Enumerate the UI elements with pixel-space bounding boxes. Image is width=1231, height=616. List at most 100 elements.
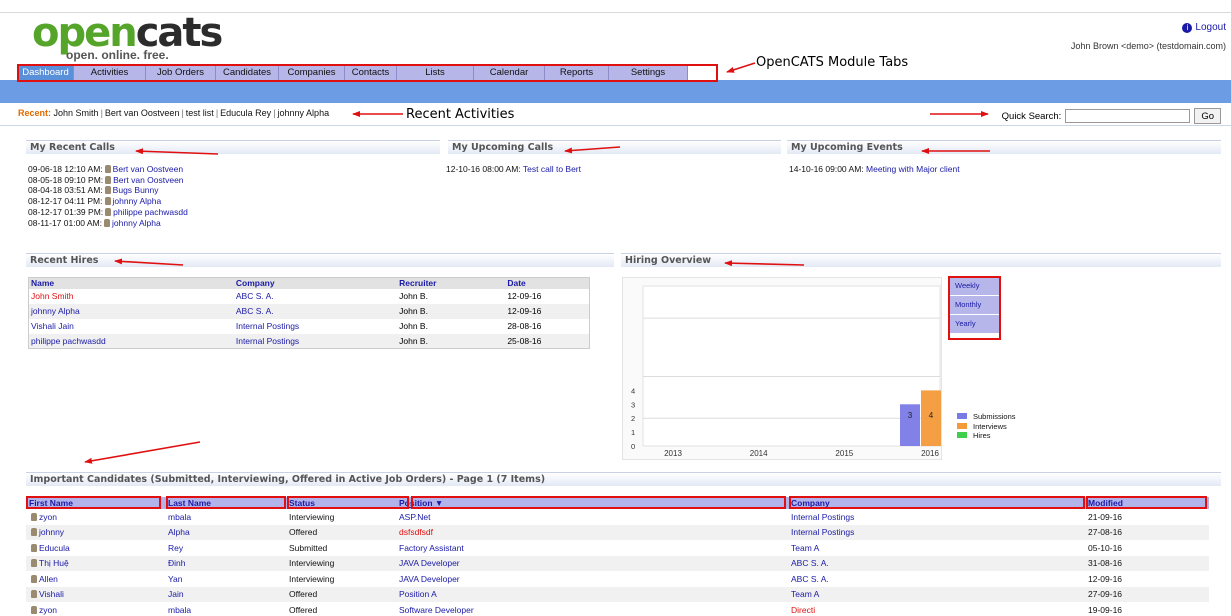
candidate-company-link[interactable]: Directi: [791, 605, 815, 615]
annotation-label-recent-activities: Recent Activities: [406, 107, 515, 122]
call-contact-link[interactable]: Bugs Bunny: [113, 185, 159, 195]
list-item: 08-12-17 04:11 PM: johnny Alpha: [28, 196, 162, 207]
candidate-first-name-link[interactable]: zyon: [39, 512, 57, 522]
candidate-last-name-link[interactable]: Jain: [168, 589, 184, 599]
column-header[interactable]: Name: [28, 277, 234, 289]
candidate-first-name-link[interactable]: Thị Huệ: [39, 558, 69, 568]
candidate-position-link[interactable]: JAVA Developer: [399, 558, 460, 568]
quick-search: Quick Search: Go: [1002, 108, 1221, 124]
candidate-position-link[interactable]: JAVA Developer: [399, 574, 460, 584]
recent-hires-table: Name Company Recruiter Date John Smith A…: [28, 277, 590, 349]
chart-y-tick: 0: [631, 442, 635, 451]
candidate-company-link[interactable]: Internal Postings: [791, 512, 854, 522]
upcoming-events-header: My Upcoming Events: [787, 140, 1221, 154]
call-contact-link[interactable]: johnny Alpha: [112, 218, 161, 228]
candidate-status: Submitted: [289, 542, 328, 553]
candidate-company-link[interactable]: Team A: [791, 589, 819, 599]
quick-search-go-button[interactable]: Go: [1194, 108, 1221, 124]
quick-search-input[interactable]: [1065, 109, 1191, 123]
chart-x-tick: 2014: [750, 449, 768, 458]
logout-icon: i: [1182, 23, 1193, 33]
sub-tab-bar: [0, 80, 1231, 103]
person-icon: [105, 207, 112, 216]
candidate-first-name-link[interactable]: zyon: [39, 605, 57, 615]
column-header[interactable]: Company: [233, 277, 398, 289]
candidate-last-name-link[interactable]: mbala: [168, 605, 191, 615]
candidate-status: Offered: [286, 524, 396, 540]
chart-x-tick: 2015: [835, 449, 853, 458]
person-icon: [31, 590, 37, 599]
recent-item[interactable]: Bert van Oostveen: [105, 108, 180, 118]
hire-company-link[interactable]: Internal Postings: [236, 321, 299, 331]
annotation-label-module-tabs: OpenCATS Module Tabs: [756, 55, 909, 70]
event-link[interactable]: Meeting with Major client: [866, 164, 960, 174]
hire-name-link[interactable]: Vishali Jain: [31, 321, 74, 331]
call-contact-link[interactable]: Bert van Oostveen: [113, 164, 183, 174]
chart-x-tick: 2013: [664, 449, 682, 458]
recent-item[interactable]: John Smith: [54, 108, 99, 118]
logout-link[interactable]: i Logout: [1182, 22, 1226, 33]
recent-item[interactable]: test list: [186, 108, 214, 118]
call-link[interactable]: Test call to Bert: [523, 164, 581, 174]
hire-company-link[interactable]: ABC S. A.: [236, 306, 274, 316]
legend-item: Hires: [957, 431, 1016, 441]
candidate-last-name-link[interactable]: Rey: [168, 543, 183, 553]
recent-item[interactable]: johnny Alpha: [278, 108, 330, 118]
hire-date: 28-08-16: [507, 321, 542, 331]
hire-name-link[interactable]: johnny Alpha: [31, 306, 80, 316]
candidate-position-link[interactable]: Factory Assistant: [399, 543, 464, 553]
recent-calls-header: My Recent Calls: [26, 140, 440, 154]
hire-company-link[interactable]: ABC S. A.: [236, 291, 274, 301]
divider: [0, 125, 1231, 126]
table-row: Educula Rey Submitted Factory Assistant …: [26, 540, 1209, 556]
annotation-box-period-selector: [948, 276, 1001, 340]
quick-search-label: Quick Search:: [1001, 110, 1062, 122]
candidate-last-name-link[interactable]: Đinh: [168, 558, 185, 568]
chart-y-tick: 1: [631, 428, 635, 437]
candidate-first-name-link[interactable]: johnny: [39, 527, 64, 537]
candidate-modified: 21-09-16: [1088, 511, 1123, 522]
recent-item[interactable]: Educula Rey: [220, 108, 271, 118]
chart-x-tick: 2016: [921, 449, 939, 458]
opencats-logo[interactable]: opencats open. online. free.: [32, 10, 223, 64]
call-contact-link[interactable]: philippe pachwasdd: [113, 207, 188, 217]
user-info: John Brown <demo> (testdomain.com): [1070, 41, 1226, 51]
candidate-status: Offered: [289, 604, 318, 615]
candidate-first-name-link[interactable]: Allen: [39, 574, 58, 584]
annotation-box-modified: [1086, 496, 1207, 509]
call-contact-link[interactable]: johnny Alpha: [113, 196, 162, 206]
candidate-company-link[interactable]: Team A: [791, 543, 819, 553]
list-item: 08-12-17 01:39 PM: philippe pachwasdd: [28, 206, 188, 217]
logout-label: Logout: [1195, 22, 1226, 33]
candidate-last-name-link[interactable]: mbala: [168, 512, 191, 522]
call-contact-link[interactable]: Bert van Oostveen: [113, 175, 183, 185]
candidate-company-link[interactable]: ABC S. A.: [791, 558, 829, 568]
candidate-modified: 19-09-16: [1088, 604, 1123, 615]
chart-y-tick: 2: [631, 414, 635, 423]
candidate-company-link[interactable]: ABC S. A.: [791, 574, 829, 584]
candidate-last-name-link[interactable]: Yan: [168, 574, 183, 584]
chart-plot-area: [642, 285, 941, 447]
column-header[interactable]: Recruiter: [397, 277, 506, 289]
candidate-position-link[interactable]: Software Developer: [399, 605, 474, 615]
chart-y-tick: 3: [631, 400, 635, 409]
column-header[interactable]: Date: [505, 277, 590, 289]
candidate-first-name-link[interactable]: Educula: [39, 543, 70, 553]
upcoming-events-list: 14-10-16 09:00 AM: Meeting with Major cl…: [789, 164, 960, 175]
candidate-position-link[interactable]: dsfsdfsdf: [399, 527, 433, 537]
candidate-position-link[interactable]: Position A: [399, 589, 437, 599]
hire-date: 12-09-16: [505, 303, 590, 319]
hire-name-link[interactable]: philippe pachwasdd: [31, 336, 106, 346]
logo-tagline: open. online. free.: [66, 48, 169, 62]
candidate-last-name-link[interactable]: Alpha: [168, 527, 190, 537]
candidate-company-link[interactable]: Internal Postings: [791, 527, 854, 537]
hire-company-link[interactable]: Internal Postings: [236, 336, 299, 346]
person-icon: [31, 574, 37, 583]
table-row: Thị Huệ Đinh Interviewing JAVA Developer…: [26, 555, 1209, 571]
candidate-position-link[interactable]: ASP.Net: [399, 512, 431, 522]
annotation-box-status: [287, 496, 409, 509]
legend-item: Interviews: [957, 422, 1016, 432]
hire-name-link[interactable]: John Smith: [31, 291, 74, 301]
candidate-first-name-link[interactable]: Vishali: [39, 589, 64, 599]
hire-recruiter: John B.: [399, 321, 428, 331]
